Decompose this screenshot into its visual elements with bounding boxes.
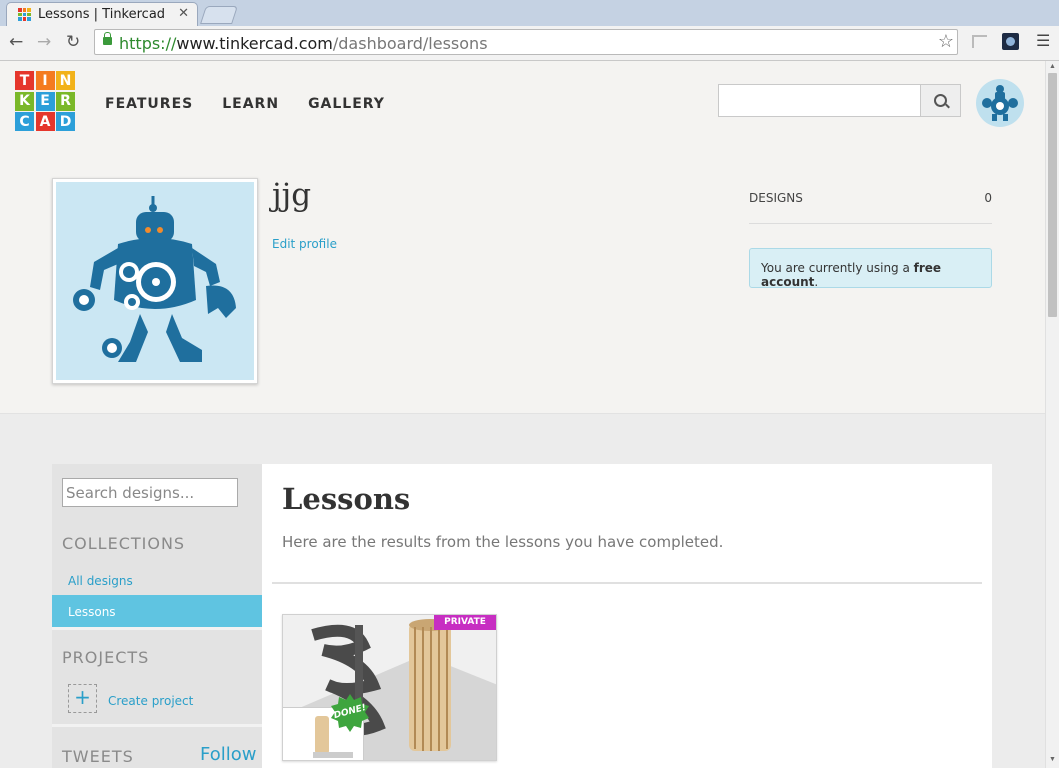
collections-heading: COLLECTIONS (62, 534, 186, 553)
site-search-input[interactable] (718, 84, 921, 117)
designs-label: DESIGNS (749, 191, 803, 205)
page-title: Lessons (282, 482, 411, 516)
page-scrollbar[interactable]: ▲ ▼ (1045, 61, 1059, 768)
account-notice: You are currently using a free account. (749, 248, 992, 289)
bookmark-star-icon[interactable]: ☆ (938, 31, 954, 52)
lesson-design-card[interactable]: DONE! PRIVATE (282, 614, 497, 761)
search-icon (934, 94, 947, 107)
logo-letter: E (35, 91, 55, 111)
robot-illustration (73, 196, 236, 362)
browser-tab[interactable]: Lessons | Tinkercad ✕ (6, 2, 198, 26)
tinkercad-logo[interactable]: TIN KER CAD (15, 71, 75, 131)
sidebar-divider (52, 627, 262, 630)
page-subtitle: Here are the results from the lessons yo… (282, 533, 724, 551)
projects-heading: PROJECTS (62, 648, 150, 667)
logo-letter: T (15, 71, 34, 90)
browser-menu-icon[interactable]: ☰ (1036, 31, 1050, 51)
designs-stat: DESIGNS 0 (749, 189, 992, 224)
create-project-plus-icon[interactable]: + (68, 684, 97, 713)
logo-letter: R (56, 91, 75, 111)
scrollbar-thumb[interactable] (1048, 73, 1057, 317)
profile-picture[interactable] (52, 178, 258, 384)
extension-icon[interactable] (1002, 33, 1019, 50)
nav-learn[interactable]: LEARN (222, 96, 279, 112)
cast-icon[interactable] (972, 35, 987, 48)
search-button[interactable] (920, 84, 961, 117)
address-bar[interactable]: https://www.tinkercad.com/dashboard/less… (94, 29, 958, 55)
follow-link[interactable]: Follow (200, 744, 256, 765)
nav-features[interactable]: FEATURES (105, 96, 193, 112)
forward-arrow-icon[interactable]: → (37, 32, 51, 52)
lessons-panel: Lessons Here are the results from the le… (262, 464, 992, 768)
scroll-down-arrow-icon[interactable]: ▼ (1049, 756, 1056, 763)
logo-letter: I (35, 71, 55, 90)
tweets-heading: TWEETS (62, 747, 134, 766)
logo-letter: A (35, 112, 55, 131)
create-project-link[interactable]: Create project (108, 694, 193, 708)
private-badge: PRIVATE (434, 615, 496, 630)
scroll-up-arrow-icon[interactable]: ▲ (1049, 63, 1056, 70)
logo-letter: K (15, 91, 34, 111)
page-content: TIN KER CAD FEATURES LEARN GALLERY jjg Edi… (0, 61, 1045, 768)
done-badge: DONE! (331, 694, 369, 732)
tab-title: Lessons | Tinkercad (38, 7, 166, 22)
tab-close-icon[interactable]: ✕ (178, 6, 189, 21)
sidebar: Search designs... COLLECTIONS All design… (52, 464, 262, 768)
content-divider (272, 582, 982, 584)
browser-toolbar: ← → ↻ https://www.tinkercad.com/dashboar… (0, 26, 1059, 61)
lock-icon (103, 32, 112, 45)
address-url[interactable]: https://www.tinkercad.com/dashboard/less… (119, 34, 488, 53)
edit-profile-link[interactable]: Edit profile (272, 237, 337, 251)
back-arrow-icon[interactable]: ← (9, 32, 23, 52)
user-avatar[interactable] (976, 79, 1024, 127)
robot-avatar-icon (982, 85, 1018, 121)
profile-header: TIN KER CAD FEATURES LEARN GALLERY jjg Edi… (0, 61, 1045, 414)
sidebar-divider (52, 724, 262, 727)
new-tab-button[interactable] (200, 6, 238, 24)
tinkercad-favicon-icon (18, 8, 31, 21)
sidebar-item-all-designs[interactable]: All designs (68, 574, 133, 588)
designs-count: 0 (984, 191, 992, 205)
logo-letter: D (56, 112, 75, 131)
search-designs-input[interactable]: Search designs... (62, 478, 238, 507)
nav-gallery[interactable]: GALLERY (308, 96, 385, 112)
main-nav: FEATURES LEARN GALLERY (105, 95, 414, 113)
sidebar-item-lessons[interactable]: Lessons (52, 595, 262, 627)
reload-icon[interactable]: ↻ (66, 32, 80, 52)
logo-letter: C (15, 112, 34, 131)
browser-tab-strip: Lessons | Tinkercad ✕ (0, 0, 1059, 26)
logo-letter: N (56, 71, 75, 90)
profile-username: jjg (272, 177, 312, 213)
